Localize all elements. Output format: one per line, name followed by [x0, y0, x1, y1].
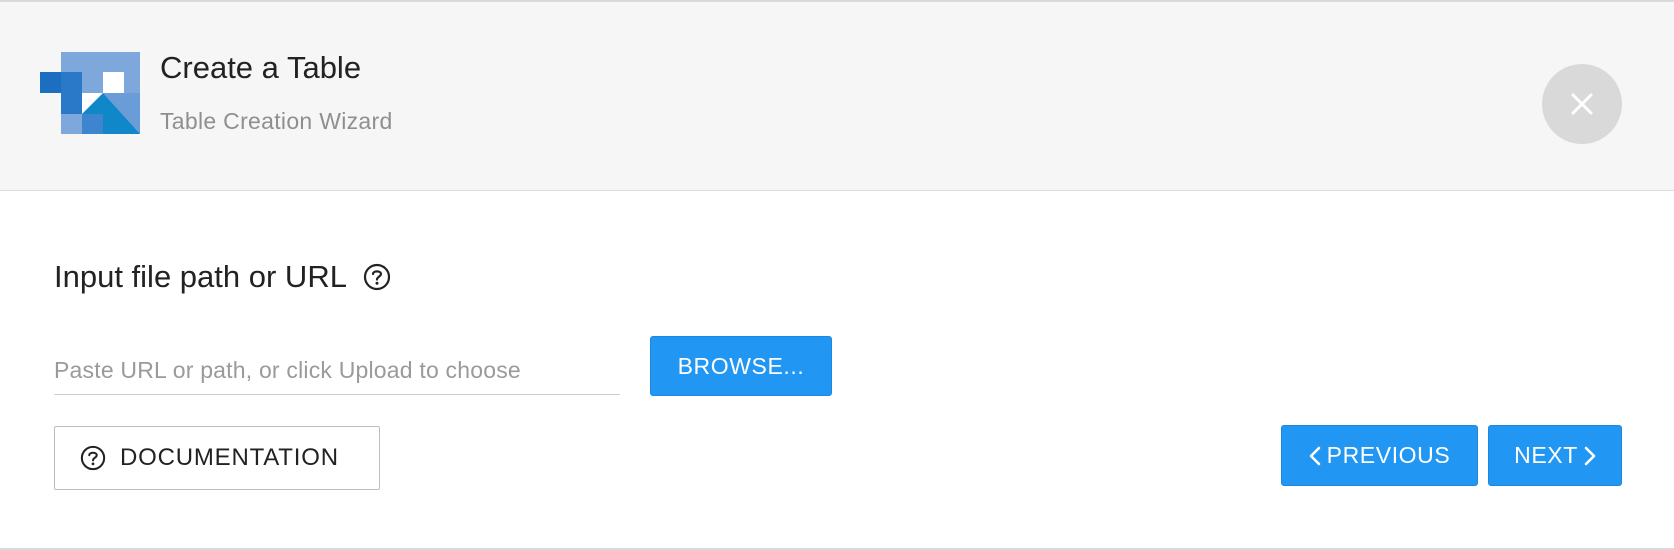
next-label: NEXT: [1514, 442, 1578, 468]
dialog-header: Create a Table Table Creation Wizard: [0, 2, 1674, 191]
previous-label: PREVIOUS: [1326, 442, 1451, 468]
close-button[interactable]: [1542, 64, 1622, 144]
input-section-heading: Input file path or URL: [54, 259, 391, 295]
create-table-dialog: Create a Table Table Creation Wizard Inp…: [0, 0, 1674, 550]
input-heading-label: Input file path or URL: [54, 259, 347, 294]
path-url-input[interactable]: [54, 346, 620, 395]
browse-button-label: BROWSE...: [677, 352, 805, 379]
help-circle-icon[interactable]: [363, 263, 391, 291]
dialog-title: Create a Table: [160, 50, 362, 85]
chevron-right-icon: [1584, 446, 1596, 466]
browse-button[interactable]: BROWSE...: [650, 336, 832, 396]
documentation-label: DOCUMENTATION: [120, 444, 339, 471]
close-icon: [1570, 92, 1594, 116]
dialog-subtitle: Table Creation Wizard: [160, 108, 393, 134]
chevron-left-icon: [1309, 446, 1321, 466]
documentation-button[interactable]: DOCUMENTATION: [54, 426, 380, 490]
previous-button[interactable]: PREVIOUS: [1281, 425, 1478, 486]
table-wizard-logo-icon: [40, 52, 140, 134]
help-circle-icon: [80, 445, 106, 471]
next-button[interactable]: NEXT: [1488, 425, 1622, 486]
